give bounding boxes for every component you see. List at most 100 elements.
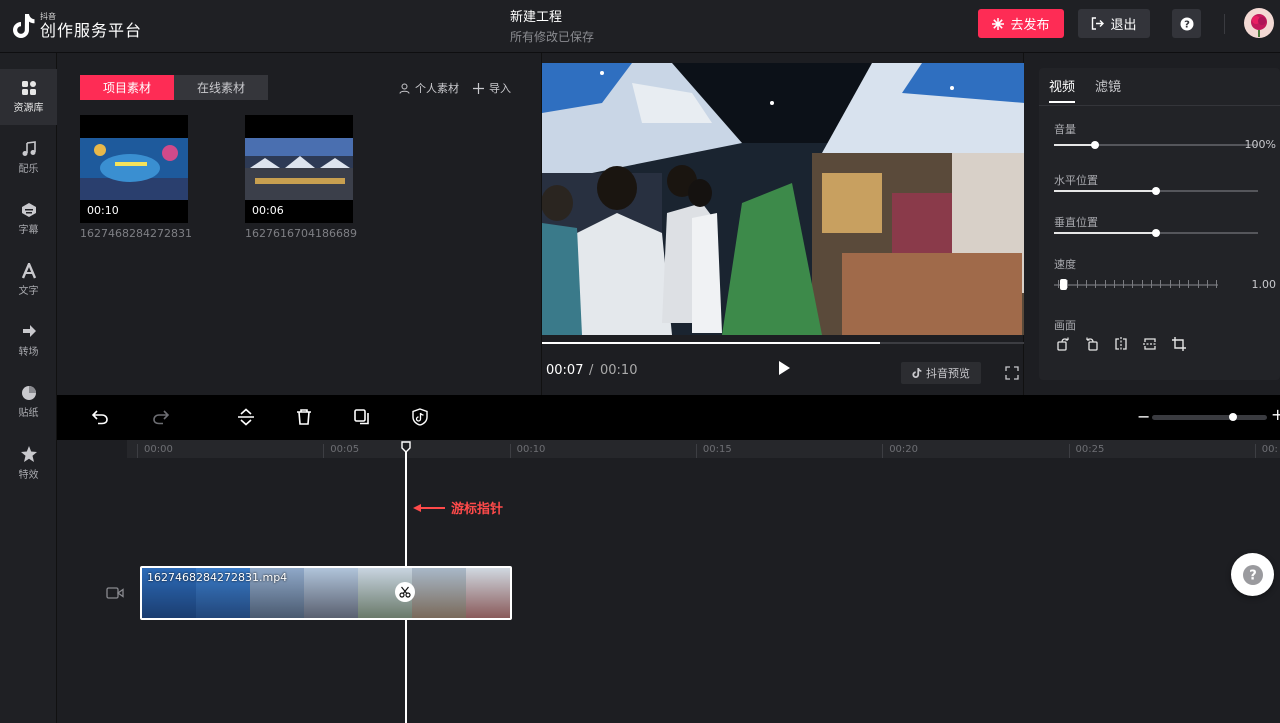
ruler-label: 00:20 [889, 444, 919, 455]
zoom-out-button[interactable]: − [1137, 407, 1150, 426]
horizontal-position-knob[interactable] [1152, 187, 1160, 195]
sidebar-item-text[interactable]: 文字 [0, 252, 57, 308]
speed-slider[interactable] [1054, 279, 1218, 290]
app-logo[interactable]: 抖音 创作服务平台 [12, 10, 142, 42]
save-status: 所有修改已保存 [510, 30, 595, 44]
total-time: 00:10 [600, 363, 638, 378]
flip-horizontal-icon[interactable] [1114, 337, 1128, 351]
flip-vertical-icon[interactable] [1143, 337, 1157, 351]
vertical-position-label: 垂直位置 [1054, 216, 1098, 229]
ruler-label: 00:05 [330, 444, 360, 455]
ruler-tick [137, 444, 138, 458]
zoom-in-button[interactable]: + [1271, 405, 1280, 424]
timeline-zoom-knob[interactable] [1228, 413, 1237, 421]
properties-card: 视频 滤镜 音量 100% 水平位置 垂直位置 速度 1.00 画面 [1039, 68, 1280, 380]
speed-slider-knob[interactable] [1060, 279, 1067, 290]
publish-button[interactable]: 去发布 [978, 9, 1064, 38]
media-thumbnail[interactable]: 00:10 [80, 115, 188, 223]
video-preview-frame[interactable] [542, 63, 1025, 335]
media-thumbnail[interactable]: 00:06 [245, 115, 353, 223]
volume-slider[interactable] [1054, 141, 1258, 149]
horizontal-position-slider[interactable] [1054, 187, 1258, 195]
ruler-label: 00:00 [144, 444, 173, 455]
ruler-tick [882, 444, 884, 458]
ruler-label: 00: [1261, 444, 1278, 455]
personal-media-button[interactable]: 个人素材 [399, 80, 459, 96]
ruler-tick [509, 444, 511, 458]
playhead-handle[interactable] [401, 441, 411, 453]
properties-panel: 视频 滤镜 音量 100% 水平位置 垂直位置 速度 1.00 画面 [1024, 53, 1280, 395]
floating-help-button[interactable]: ? [1231, 553, 1274, 596]
video-clip[interactable]: 1627468284272831.mp4 [140, 566, 512, 620]
tab-filter[interactable]: 滤镜 [1095, 76, 1121, 103]
sidebar-item-label: 贴纸 [18, 408, 39, 419]
vertical-position-knob[interactable] [1152, 229, 1160, 237]
undo-icon[interactable] [91, 408, 109, 426]
sidebar-item-transitions[interactable]: 转场 [0, 313, 57, 369]
help-button[interactable]: ? [1172, 9, 1201, 38]
frame-label: 画面 [1054, 319, 1076, 332]
split-expand-icon[interactable] [237, 408, 255, 426]
sidebar-item-subtitles[interactable]: 字幕 [0, 191, 57, 247]
effects-star-icon [20, 446, 37, 462]
speed-tick [1216, 280, 1218, 288]
sidebar-item-library[interactable]: 资源库 [0, 69, 57, 125]
playback-progress-bar[interactable] [542, 342, 1025, 344]
delete-icon[interactable] [295, 408, 313, 426]
sidebar-item-label: 转场 [18, 347, 39, 358]
project-title[interactable]: 新建工程 [510, 6, 562, 25]
sidebar-item-label: 特效 [18, 470, 39, 481]
horizontal-position-fill [1054, 190, 1156, 192]
ruler-label: 00:10 [516, 444, 546, 455]
volume-slider-knob[interactable] [1090, 141, 1099, 149]
tab-online-media[interactable]: 在线素材 [174, 75, 268, 100]
vertical-position-slider[interactable] [1054, 229, 1258, 237]
speed-tick [1113, 280, 1115, 288]
video-track-icon [106, 587, 124, 599]
clip-frame [412, 568, 466, 618]
media-source-tabs: 项目素材 在线素材 [80, 75, 268, 100]
sidebar-item-effects[interactable]: 特效 [0, 435, 57, 491]
copy-icon[interactable] [353, 408, 371, 426]
arrow-left-icon [413, 503, 445, 512]
avatar[interactable] [1244, 8, 1274, 38]
speed-tick [1160, 280, 1162, 288]
sparkle-icon [992, 17, 1005, 30]
sidebar-item-stickers[interactable]: 贴纸 [0, 374, 57, 430]
speed-tick [1085, 280, 1087, 288]
tabs-divider [1039, 105, 1280, 106]
text-icon [21, 263, 36, 279]
timeline-zoom-slider[interactable] [1152, 415, 1267, 420]
rotate-right-icon[interactable] [1085, 337, 1099, 351]
volume-label: 音量 [1054, 123, 1076, 136]
douyin-preview-label: 抖音预览 [926, 367, 970, 380]
exit-button[interactable]: 退出 [1078, 9, 1150, 38]
timeline-ruler[interactable]: 00:00 00:05 00:10 00:15 00:20 00:25 00: [127, 440, 1280, 458]
top-bar: 抖音 创作服务平台 新建工程 所有修改已保存 去发布 退出 ? [0, 0, 1280, 53]
brand-name: 创作服务平台 [40, 20, 143, 40]
tab-project-media[interactable]: 项目素材 [80, 75, 174, 100]
annotation-label: 游标指针 [451, 502, 504, 517]
speed-tick [1141, 280, 1143, 288]
import-button[interactable]: 导入 [473, 80, 511, 96]
playback-progress-fill [542, 342, 881, 344]
play-icon[interactable] [776, 358, 792, 378]
ruler-label: 00:25 [1075, 444, 1105, 455]
speed-tick [1104, 280, 1106, 288]
ruler-tick [695, 444, 697, 458]
timeline-area[interactable]: 00:00 00:05 00:10 00:15 00:20 00:25 00: 游标指针 1… [57, 440, 1280, 723]
sidebar-item-music[interactable]: 配乐 [0, 130, 57, 186]
speed-tick [1197, 280, 1199, 288]
header-divider [1224, 14, 1225, 34]
fullscreen-icon[interactable] [1005, 366, 1019, 380]
transition-icon [22, 325, 36, 337]
tiktok-shield-icon[interactable] [411, 408, 429, 426]
douyin-preview-button[interactable]: 抖音预览 [901, 362, 981, 384]
timeline-toolbar: − + [57, 395, 1280, 440]
rotate-left-icon[interactable] [1056, 337, 1070, 351]
subtitle-icon [21, 203, 36, 217]
crop-icon[interactable] [1172, 337, 1186, 351]
redo-icon[interactable] [152, 408, 170, 426]
split-clip-button[interactable] [395, 582, 415, 602]
tab-video[interactable]: 视频 [1049, 76, 1076, 103]
